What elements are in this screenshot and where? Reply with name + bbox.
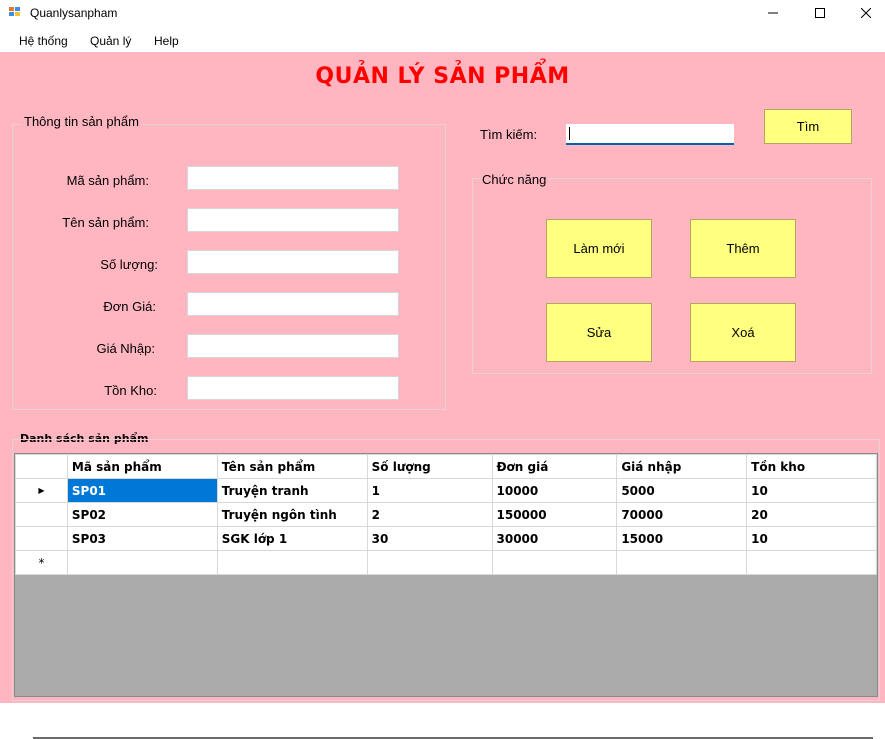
row-header-corner [15,454,68,479]
import-price-field[interactable] [187,334,399,358]
refresh-button[interactable]: Làm mới [546,219,652,278]
table-cell[interactable]: 15000 [616,526,748,551]
close-icon [861,8,871,18]
table-header-row: Mã sản phẩm Tên sản phẩm Số lượng Đơn gi… [15,454,877,479]
table-cell[interactable] [366,550,493,575]
table-cell[interactable]: 70000 [616,502,748,527]
table-cell[interactable]: SGK lớp 1 [216,526,368,551]
functions-label: Chức năng [480,172,549,187]
table-cell[interactable]: 10 [746,526,877,551]
minimize-button[interactable] [750,0,796,26]
table-cell[interactable] [616,550,748,575]
close-button[interactable] [843,0,885,26]
column-header[interactable]: Tên sản phẩm [216,454,368,479]
maximize-icon [815,8,825,18]
table-cell[interactable]: Truyện ngôn tình [216,502,368,527]
functions-group [472,178,872,374]
table-cell[interactable]: 10 [746,478,877,503]
window-title: Quanlysanpham [30,6,118,20]
table-cell[interactable]: SP03 [66,526,218,551]
unit-price-label: Đơn Giá: [103,299,156,314]
delete-button[interactable]: Xoá [690,303,796,362]
table-cell[interactable]: 30 [366,526,493,551]
search-input[interactable] [566,124,734,145]
menu-system[interactable]: Hệ thống [19,34,68,48]
row-selector[interactable]: ▶ [15,478,68,503]
table-cell[interactable]: 5000 [616,478,748,503]
product-info-label: Thông tin sản phẩm [22,114,141,129]
quantity-label: Số lượng: [100,257,158,272]
menu-manage[interactable]: Quản lý [90,34,131,48]
text-caret [569,127,570,140]
product-name-field[interactable] [187,208,399,232]
table-cell[interactable]: 30000 [491,526,618,551]
stock-field[interactable] [187,376,399,400]
table-cell[interactable]: 150000 [491,502,618,527]
table-row[interactable]: SP03 SGK lớp 1 30 30000 15000 10 [15,526,877,551]
search-label: Tìm kiếm: [480,127,538,142]
table-cell[interactable]: Truyện tranh [216,478,368,503]
new-row-marker[interactable]: * [15,550,68,575]
import-price-label: Giá Nhập: [96,341,155,356]
row-selector[interactable] [15,502,68,527]
minimize-icon [768,12,778,14]
column-header[interactable]: Tồn kho [746,454,877,479]
product-table: Mã sản phẩm Tên sản phẩm Số lượng Đơn gi… [15,454,877,575]
search-button[interactable]: Tìm [764,109,852,144]
table-cell[interactable] [66,550,218,575]
table-cell[interactable] [746,550,877,575]
table-cell[interactable]: SP01 [66,478,218,503]
page-title: QUẢN LÝ SẢN PHẨM [315,64,570,89]
table-cell[interactable]: SP02 [66,502,218,527]
new-row[interactable]: * [15,550,877,575]
maximize-button[interactable] [797,0,843,26]
menu-help[interactable]: Help [154,34,179,48]
quantity-field[interactable] [187,250,399,274]
table-cell[interactable] [491,550,618,575]
table-row[interactable]: SP02 Truyện ngôn tình 2 150000 70000 20 [15,502,877,527]
stock-label: Tồn Kho: [104,383,157,398]
product-id-field[interactable] [187,166,399,190]
column-header[interactable]: Giá nhập [616,454,748,479]
table-cell[interactable]: 2 [366,502,493,527]
edit-button[interactable]: Sửa [546,303,652,362]
unit-price-field[interactable] [187,292,399,316]
column-header[interactable]: Số lượng [366,454,493,479]
column-header[interactable]: Đơn giá [491,454,618,479]
table-cell[interactable]: 10000 [491,478,618,503]
product-grid[interactable]: Mã sản phẩm Tên sản phẩm Số lượng Đơn gi… [14,453,878,739]
app-icon [9,7,22,18]
table-cell[interactable] [216,550,368,575]
column-header[interactable]: Mã sản phẩm [66,454,218,479]
product-name-label: Tên sản phẩm: [62,215,149,230]
menu-bar: Hệ thống Quản lý Help [0,26,885,52]
title-bar: Quanlysanpham [0,0,885,26]
table-cell[interactable]: 1 [366,478,493,503]
row-selector[interactable] [15,526,68,551]
product-id-label: Mã sản phẩm: [66,173,149,188]
table-cell[interactable]: 20 [746,502,877,527]
table-row[interactable]: ▶ SP01 Truyện tranh 1 10000 5000 10 [15,478,877,503]
main-panel: QUẢN LÝ SẢN PHẨM Thông tin sản phẩm Mã s… [0,52,885,739]
add-button[interactable]: Thêm [690,219,796,278]
